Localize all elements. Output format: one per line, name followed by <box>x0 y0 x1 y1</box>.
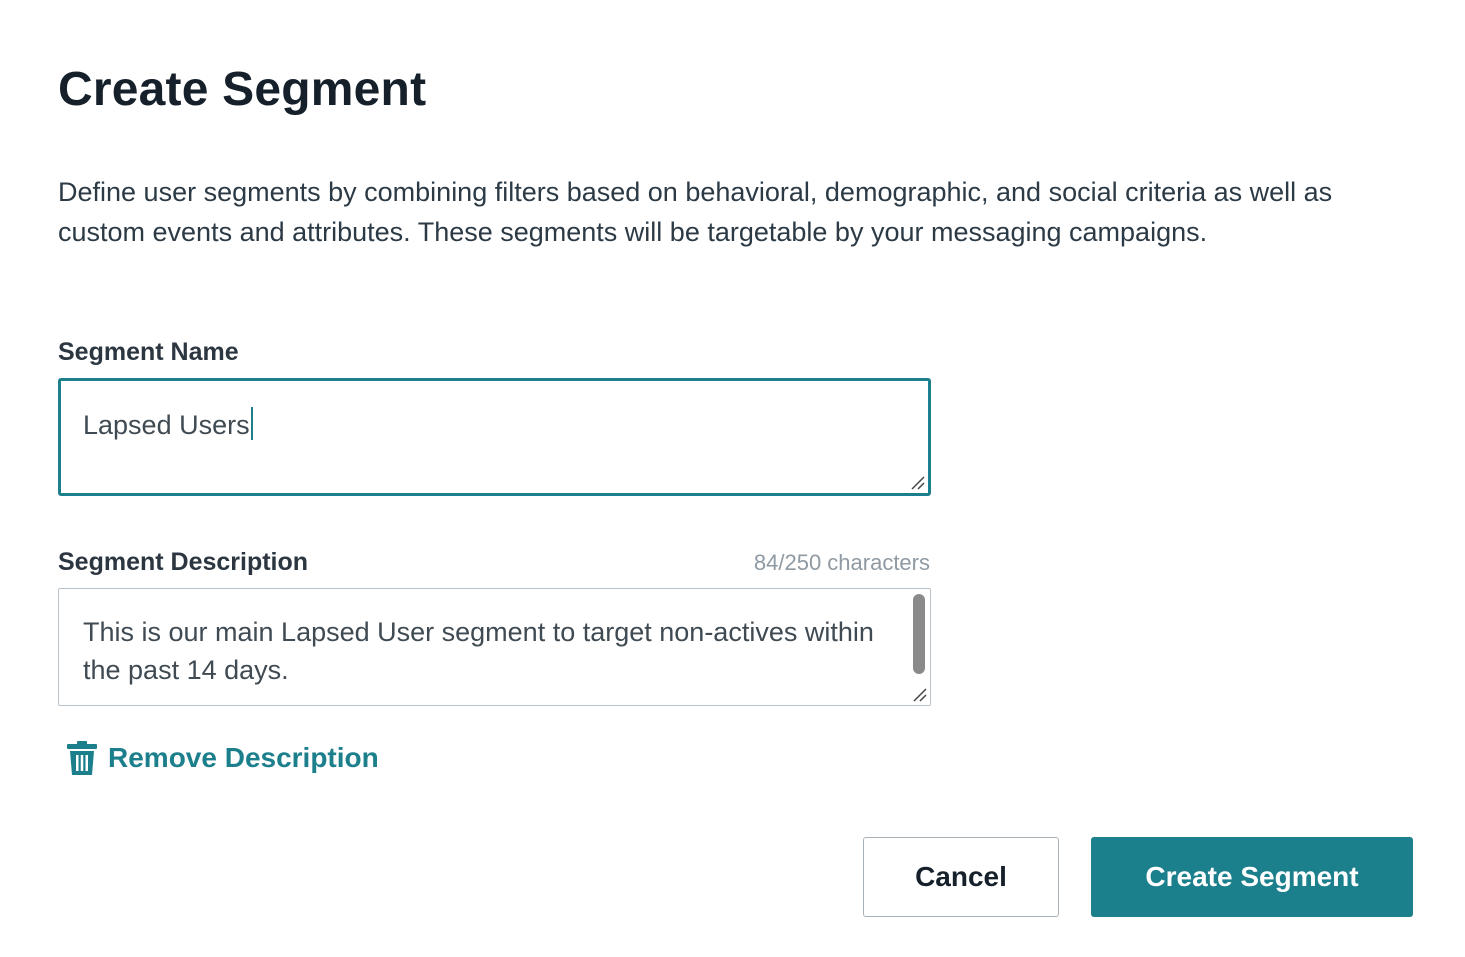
segment-name-value-wrap: Lapsed Users <box>83 407 253 441</box>
textarea-scrollbar[interactable] <box>913 594 925 674</box>
trash-icon <box>67 741 97 775</box>
segment-name-value: Lapsed Users <box>83 410 250 440</box>
cancel-button[interactable]: Cancel <box>863 837 1059 917</box>
segment-description-label: Segment Description <box>58 548 309 576</box>
resize-handle-icon[interactable] <box>910 685 928 703</box>
create-segment-dialog: Create Segment Define user segments by c… <box>0 0 1465 957</box>
dialog-description: Define user segments by combining filter… <box>58 177 1333 247</box>
create-segment-button[interactable]: Create Segment <box>1091 837 1413 917</box>
dialog-title: Create Segment <box>58 63 427 116</box>
segment-description-textarea[interactable]: This is our main Lapsed User segment to … <box>58 588 931 706</box>
text-caret <box>250 407 253 440</box>
resize-handle-icon[interactable] <box>908 473 926 491</box>
remove-description-link[interactable]: Remove Description <box>66 738 379 778</box>
segment-name-label: Segment Name <box>58 338 239 366</box>
character-counter: 84/250 characters <box>753 550 930 575</box>
segment-description-value: This is our main Lapsed User segment to … <box>83 617 874 685</box>
segment-name-input[interactable]: Lapsed Users <box>58 378 931 496</box>
remove-description-label: Remove Description <box>108 742 379 773</box>
